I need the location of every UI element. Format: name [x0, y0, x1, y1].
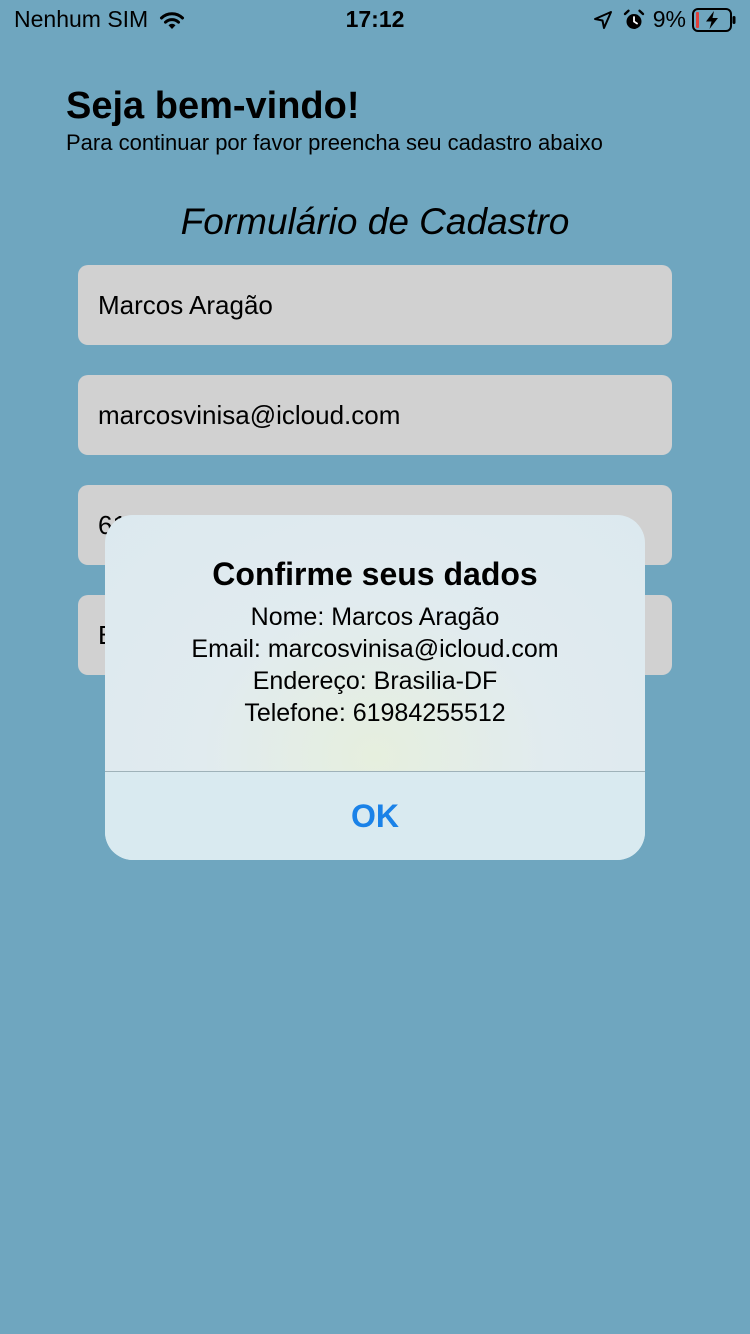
- location-arrow-icon: [593, 10, 612, 29]
- battery-percent: 9%: [652, 6, 686, 32]
- ok-button[interactable]: OK: [105, 772, 645, 860]
- form-title: Formulário de Cadastro: [180, 201, 570, 242]
- battery-charging-icon: [692, 7, 736, 32]
- alert-line-address: Endereço: Brasilia-DF: [252, 667, 498, 695]
- alert-message: Nome: Marcos Aragão Email: marcosvinisa@…: [105, 601, 645, 729]
- alert-line-phone: Telefone: 61984255512: [244, 699, 506, 727]
- alert-title: Confirme seus dados: [212, 556, 538, 592]
- alert-line-name: Nome: Marcos Aragão: [250, 603, 500, 631]
- confirm-alert-dialog: Confirme seus dados Nome: Marcos Aragão …: [105, 515, 645, 860]
- name-field[interactable]: Marcos Aragão: [78, 265, 672, 345]
- status-bar-right: 9%: [593, 6, 736, 33]
- welcome-heading: Seja bem-vindo!: [66, 85, 360, 127]
- email-field-value: marcosvinisa@icloud.com: [98, 399, 401, 430]
- alarm-icon: [623, 9, 644, 29]
- status-bar: Nenhum SIM 17:12 9%: [0, 0, 750, 40]
- alert-line-email: Email: marcosvinisa@icloud.com: [191, 635, 559, 663]
- welcome-subtitle: Para continuar por favor preencha seu ca…: [66, 130, 603, 155]
- name-field-value: Marcos Aragão: [98, 289, 273, 320]
- email-field[interactable]: marcosvinisa@icloud.com: [78, 375, 672, 455]
